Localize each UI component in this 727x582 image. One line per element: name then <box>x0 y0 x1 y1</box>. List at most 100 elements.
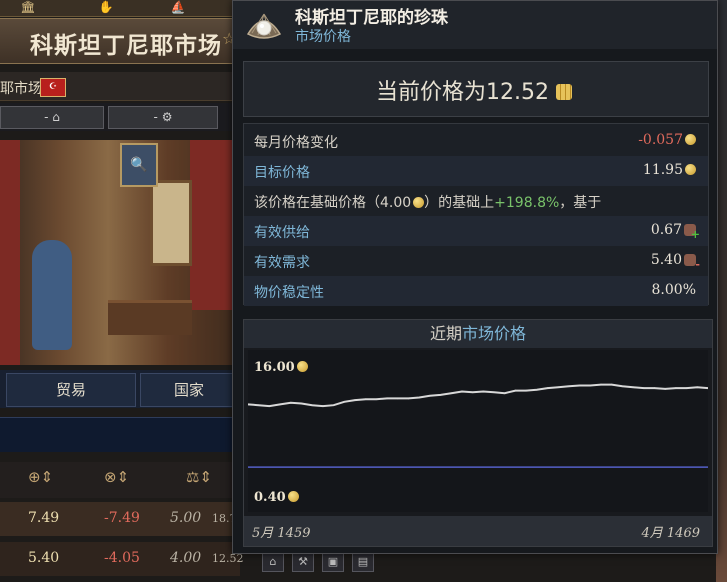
ship-icon[interactable]: ⛵ <box>160 0 196 16</box>
column-header-row: ⊕⇕ ⊗⇕ ⚖⇕ <box>0 462 240 498</box>
cell-supply: 5.40 <box>28 550 60 566</box>
cart-icon[interactable]: ▣ <box>322 552 344 572</box>
curtain-left <box>0 140 20 365</box>
coins-icon <box>555 82 576 102</box>
portrait-icon[interactable]: 🔍 <box>120 143 158 187</box>
list-header-strip <box>0 417 240 452</box>
monthly-change-value: -0.057 <box>638 132 683 148</box>
price-point <box>439 394 442 396</box>
price-point <box>578 384 581 387</box>
price-point <box>461 390 463 393</box>
base-note-suffix: ，基于 <box>559 195 602 211</box>
price-point <box>332 404 335 406</box>
price-point <box>589 384 592 387</box>
y-min-value: 0.40 <box>254 490 286 505</box>
table-row[interactable]: 5.40 -4.05 4.00 12.52 <box>0 542 244 576</box>
base-note-prefix: 该价格在基础价格（4.00 <box>254 195 412 211</box>
effective-supply-value: 0.67 <box>650 222 682 238</box>
price-sort-icon[interactable]: ⚖⇕ <box>186 468 212 486</box>
supply-sort-icon[interactable]: ⊕⇕ <box>28 468 53 486</box>
market-illustration: 🔍 <box>0 140 240 365</box>
pearl-icon <box>246 13 282 39</box>
tool-icon[interactable]: ⚒ <box>292 552 314 572</box>
coin-icon <box>685 134 696 145</box>
box-icon[interactable]: ▤ <box>352 552 374 572</box>
price-point <box>354 399 356 401</box>
home-icon[interactable]: ⌂ <box>262 552 284 572</box>
price-point <box>643 387 645 389</box>
price-point <box>600 383 602 386</box>
price-point <box>290 401 292 404</box>
price-point <box>268 405 271 407</box>
price-point <box>429 395 431 397</box>
hands-icon[interactable]: ✋ <box>88 0 124 16</box>
price-point <box>407 397 410 400</box>
y-min-label: 0.40 <box>254 490 299 505</box>
price-point <box>514 389 517 392</box>
mannequin <box>32 240 72 350</box>
price-point <box>503 392 506 394</box>
chart-svg <box>247 383 709 468</box>
control-label-2: - <box>153 110 158 124</box>
stat-row-effective-supply: 有效供给 0.67 + <box>244 216 708 246</box>
chart-title-part1: 近期 <box>429 324 462 343</box>
table-row[interactable]: 7.49 -7.49 5.00 18.7 <box>0 502 240 536</box>
control-bar: - ⌂ - ⚙ <box>0 103 240 131</box>
price-series-line <box>247 383 709 408</box>
price-stability-label: 物价稳定性 <box>254 285 324 301</box>
chart-title-part2: 市场价格 <box>462 324 527 343</box>
tab-trade[interactable]: 贸易 <box>6 373 136 407</box>
x-end-label: 4月 1469 <box>641 526 701 541</box>
current-price-box: 当前价格为12.52 <box>243 61 709 117</box>
price-point <box>418 396 420 399</box>
target-price-value: 11.95 <box>642 162 683 178</box>
monthly-change-value-wrap: -0.057 <box>638 132 696 148</box>
control-label-1: - <box>44 110 49 124</box>
supply-goods-icon: + <box>684 224 700 240</box>
price-point <box>557 386 559 388</box>
cell-supply: 7.49 <box>28 510 60 526</box>
cell-demand: -4.05 <box>104 550 140 566</box>
price-point <box>525 389 527 392</box>
effective-supply-value-wrap: 0.67 + <box>650 222 700 240</box>
stat-row-price-stability: 物价稳定性 8.00% <box>244 276 708 306</box>
effective-supply-label: 有效供给 <box>254 225 310 241</box>
tooltip-title: 科斯坦丁尼耶的珍珠 <box>295 8 448 28</box>
flag-icon[interactable]: ☪ <box>40 78 66 97</box>
demand-sort-icon[interactable]: ⊗⇕ <box>104 468 129 486</box>
bank-icon: ⌂ <box>52 110 60 124</box>
y-max-label: 16.00 <box>254 360 308 375</box>
market-subtitle-bar: 耶市场 ☪ <box>0 72 240 101</box>
base-note-pct: +198.8% <box>494 195 560 211</box>
price-point <box>610 383 613 386</box>
stat-row-monthly-change: 每月价格变化 -0.057 <box>244 126 708 156</box>
market-title-bar: 科斯坦丁尼耶市场 ☆ <box>0 18 240 64</box>
y-max-value: 16.00 <box>254 360 295 375</box>
price-point <box>311 404 313 406</box>
tooltip-header: 科斯坦丁尼耶的珍珠 市场价格 <box>233 1 717 49</box>
base-note-mid: ）的基础上 <box>424 195 495 211</box>
tab-country[interactable]: 国家 <box>140 373 238 407</box>
current-price-text: 当前价格为12.52 <box>376 80 549 105</box>
control-button-2[interactable]: - ⚙ <box>108 106 218 129</box>
price-point <box>696 386 699 388</box>
price-point <box>450 392 453 394</box>
chart-title: 近期市场价格 <box>244 320 712 348</box>
coin-icon <box>296 361 308 372</box>
coin-icon <box>287 491 299 502</box>
price-point <box>343 401 346 403</box>
control-button-1[interactable]: - ⌂ <box>0 106 104 129</box>
price-point <box>632 386 634 388</box>
price-point <box>685 387 688 389</box>
target-price-label: 目标价格 <box>254 165 310 181</box>
cell-base: 4.00 <box>170 550 202 566</box>
price-point <box>675 387 677 389</box>
chart-plot-area: 16.00 0.40 <box>247 350 709 512</box>
base-note: 该价格在基础价格（4.00 ）的基础上+198.8%，基于 <box>254 192 601 212</box>
price-tooltip: 科斯坦丁尼耶的珍珠 市场价格 当前价格为12.52 每月价格变化 -0.057 … <box>232 0 718 554</box>
tooltip-subtitle: 市场价格 <box>295 29 351 45</box>
monthly-change-label: 每月价格变化 <box>254 135 338 151</box>
building-icon[interactable]: 🏛 <box>10 0 46 16</box>
cell-demand: -7.49 <box>104 510 140 526</box>
price-point <box>257 404 260 406</box>
